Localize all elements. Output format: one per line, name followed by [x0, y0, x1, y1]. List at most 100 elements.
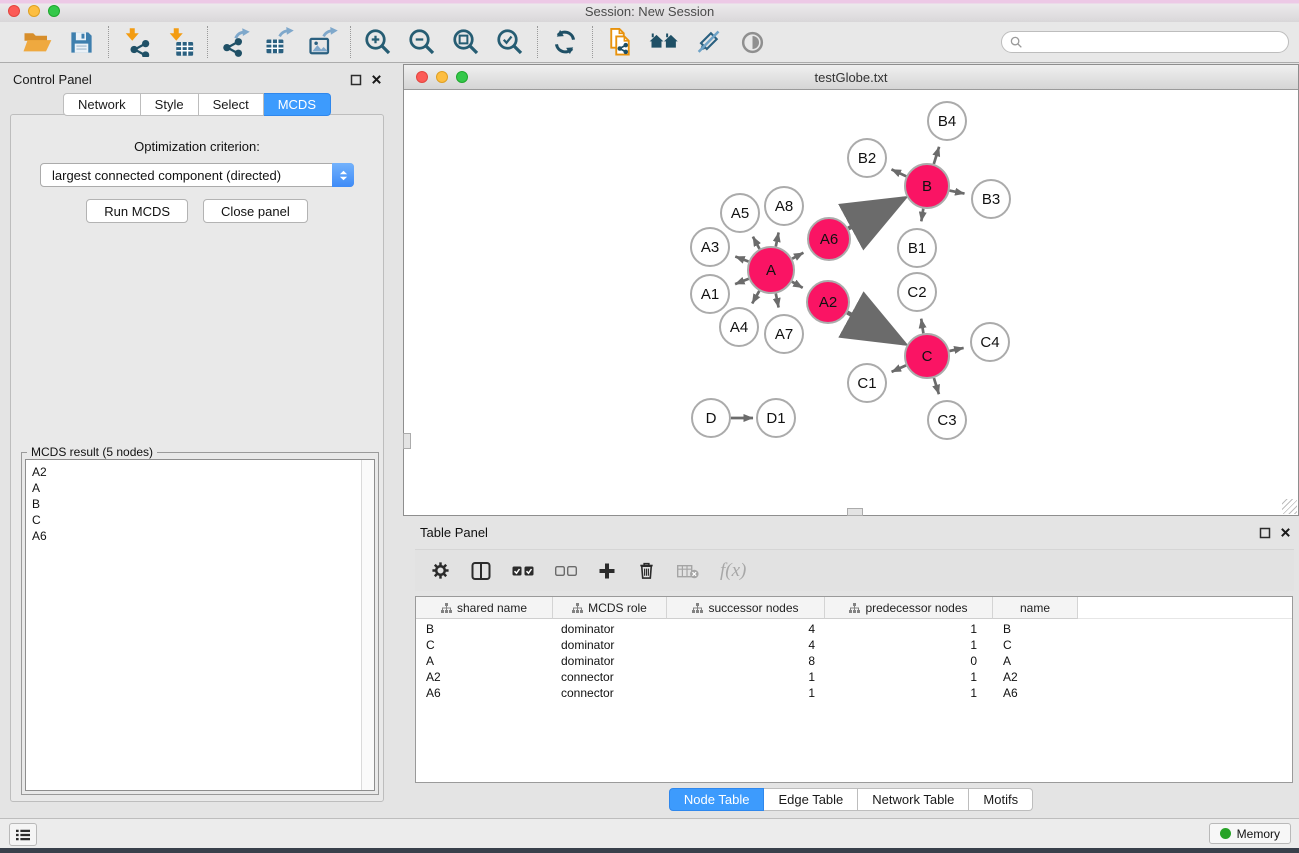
- memory-button[interactable]: Memory: [1209, 823, 1291, 844]
- minimize-network-button[interactable]: [436, 71, 448, 83]
- table-cell[interactable]: 1: [825, 622, 993, 636]
- open-session-icon[interactable]: [21, 26, 53, 58]
- column-header-successor-nodes[interactable]: successor nodes: [667, 597, 825, 619]
- graph-node-B4[interactable]: B4: [928, 102, 966, 140]
- network-window-titlebar[interactable]: testGlobe.txt: [404, 65, 1298, 90]
- graph-node-C[interactable]: C: [905, 334, 949, 378]
- graph-node-A[interactable]: A: [748, 247, 794, 293]
- delete-column-icon[interactable]: [637, 561, 656, 580]
- graph-edge-A2-C[interactable]: [847, 313, 904, 344]
- table-row[interactable]: A2connector11A2: [416, 669, 1292, 685]
- graph-edge-A-A2[interactable]: [792, 282, 803, 288]
- tab-style[interactable]: Style: [141, 93, 199, 116]
- table-cell[interactable]: dominator: [553, 622, 667, 636]
- graph-edge-C-C4[interactable]: [950, 348, 964, 351]
- import-network-icon[interactable]: [120, 26, 152, 58]
- window-resize-grip[interactable]: [1282, 499, 1297, 514]
- tab-motifs[interactable]: Motifs: [969, 788, 1033, 811]
- float-table-panel-icon[interactable]: [1258, 526, 1271, 539]
- table-cell[interactable]: connector: [553, 686, 667, 700]
- task-history-button[interactable]: [9, 823, 37, 846]
- network-canvas[interactable]: AA1A3A4A5A7A8A6A2BB1B2B3B4CC1C2C3C4DD1: [404, 90, 1298, 515]
- graph-node-A5[interactable]: A5: [721, 194, 759, 232]
- graph-node-D1[interactable]: D1: [757, 399, 795, 437]
- close-panel-icon[interactable]: [370, 73, 383, 86]
- table-cell[interactable]: A6: [993, 686, 1078, 700]
- graph-node-A2[interactable]: A2: [807, 281, 849, 323]
- split-columns-icon[interactable]: [471, 561, 491, 581]
- table-cell[interactable]: A: [416, 654, 553, 668]
- zoom-out-icon[interactable]: [406, 26, 438, 58]
- mcds-result-item[interactable]: B: [32, 496, 368, 512]
- column-header-mcds-role[interactable]: MCDS role: [553, 597, 667, 619]
- table-cell[interactable]: C: [993, 638, 1078, 652]
- table-cell[interactable]: 4: [667, 622, 825, 636]
- close-network-button[interactable]: [416, 71, 428, 83]
- export-network-icon[interactable]: [219, 26, 251, 58]
- float-panel-icon[interactable]: [349, 73, 362, 86]
- graph-node-C3[interactable]: C3: [928, 401, 966, 439]
- graph-node-B3[interactable]: B3: [972, 180, 1010, 218]
- graph-node-A6[interactable]: A6: [808, 218, 850, 260]
- export-image-icon[interactable]: [307, 26, 339, 58]
- graph-node-C1[interactable]: C1: [848, 364, 886, 402]
- tab-mcds[interactable]: MCDS: [264, 93, 331, 116]
- optimization-criterion-select[interactable]: largest connected component (directed): [40, 163, 354, 187]
- table-cell[interactable]: 0: [825, 654, 993, 668]
- gear-icon[interactable]: [431, 561, 450, 580]
- tab-select[interactable]: Select: [199, 93, 264, 116]
- table-cell[interactable]: A6: [416, 686, 553, 700]
- graph-edge-A6-B[interactable]: [848, 198, 904, 228]
- tab-edge-table[interactable]: Edge Table: [764, 788, 858, 811]
- graph-edge-B-B1[interactable]: [921, 209, 923, 222]
- search-field[interactable]: [1001, 31, 1289, 53]
- table-row[interactable]: Adominator80A: [416, 653, 1292, 669]
- graph-edge-A-A4[interactable]: [752, 291, 759, 304]
- mcds-result-item[interactable]: A: [32, 480, 368, 496]
- zoom-selected-icon[interactable]: [494, 26, 526, 58]
- divider-handle-bottom[interactable]: [847, 508, 863, 516]
- table-cell[interactable]: 1: [825, 686, 993, 700]
- table-row[interactable]: Bdominator41B: [416, 621, 1292, 637]
- table-cell[interactable]: dominator: [553, 654, 667, 668]
- graph-node-C2[interactable]: C2: [898, 273, 936, 311]
- new-network-session-icon[interactable]: [604, 26, 636, 58]
- table-cell[interactable]: 8: [667, 654, 825, 668]
- table-row[interactable]: Cdominator41C: [416, 637, 1292, 653]
- run-mcds-button[interactable]: Run MCDS: [86, 199, 188, 223]
- graph-node-B[interactable]: B: [905, 164, 949, 208]
- graph-edge-A-A7[interactable]: [776, 294, 779, 308]
- tab-node-table[interactable]: Node Table: [669, 788, 765, 811]
- graph-node-A8[interactable]: A8: [765, 187, 803, 225]
- add-column-icon[interactable]: [598, 562, 616, 580]
- table-cell[interactable]: 1: [825, 670, 993, 684]
- graph-edge-A-A8[interactable]: [776, 233, 779, 247]
- table-cell[interactable]: A2: [416, 670, 553, 684]
- mcds-result-list[interactable]: A2ABCA6: [25, 459, 375, 791]
- graph-node-B1[interactable]: B1: [898, 229, 936, 267]
- hide-annotations-icon[interactable]: [692, 26, 724, 58]
- minimize-window-button[interactable]: [28, 5, 40, 17]
- divider-handle-left[interactable]: [403, 433, 411, 449]
- toggle-visibility-icon[interactable]: [736, 26, 768, 58]
- table-cell[interactable]: A: [993, 654, 1078, 668]
- graph-node-A4[interactable]: A4: [720, 308, 758, 346]
- zoom-in-icon[interactable]: [362, 26, 394, 58]
- import-table-icon[interactable]: [164, 26, 196, 58]
- graph-edge-B-B3[interactable]: [950, 191, 965, 194]
- column-header-shared-name[interactable]: shared name: [416, 597, 553, 619]
- close-panel-button[interactable]: Close panel: [203, 199, 308, 223]
- export-table-icon[interactable]: [263, 26, 295, 58]
- zoom-fit-icon[interactable]: [450, 26, 482, 58]
- refresh-view-icon[interactable]: [549, 26, 581, 58]
- graph-edge-A-A5[interactable]: [753, 237, 760, 249]
- table-cell[interactable]: B: [416, 622, 553, 636]
- graph-node-A3[interactable]: A3: [691, 228, 729, 266]
- table-row[interactable]: A6connector11A6: [416, 685, 1292, 701]
- zoom-window-button[interactable]: [48, 5, 60, 17]
- graph-edge-B-B4[interactable]: [934, 147, 939, 164]
- home-icon[interactable]: [648, 26, 680, 58]
- save-session-icon[interactable]: [65, 26, 97, 58]
- graph-node-A7[interactable]: A7: [765, 315, 803, 353]
- zoom-network-button[interactable]: [456, 71, 468, 83]
